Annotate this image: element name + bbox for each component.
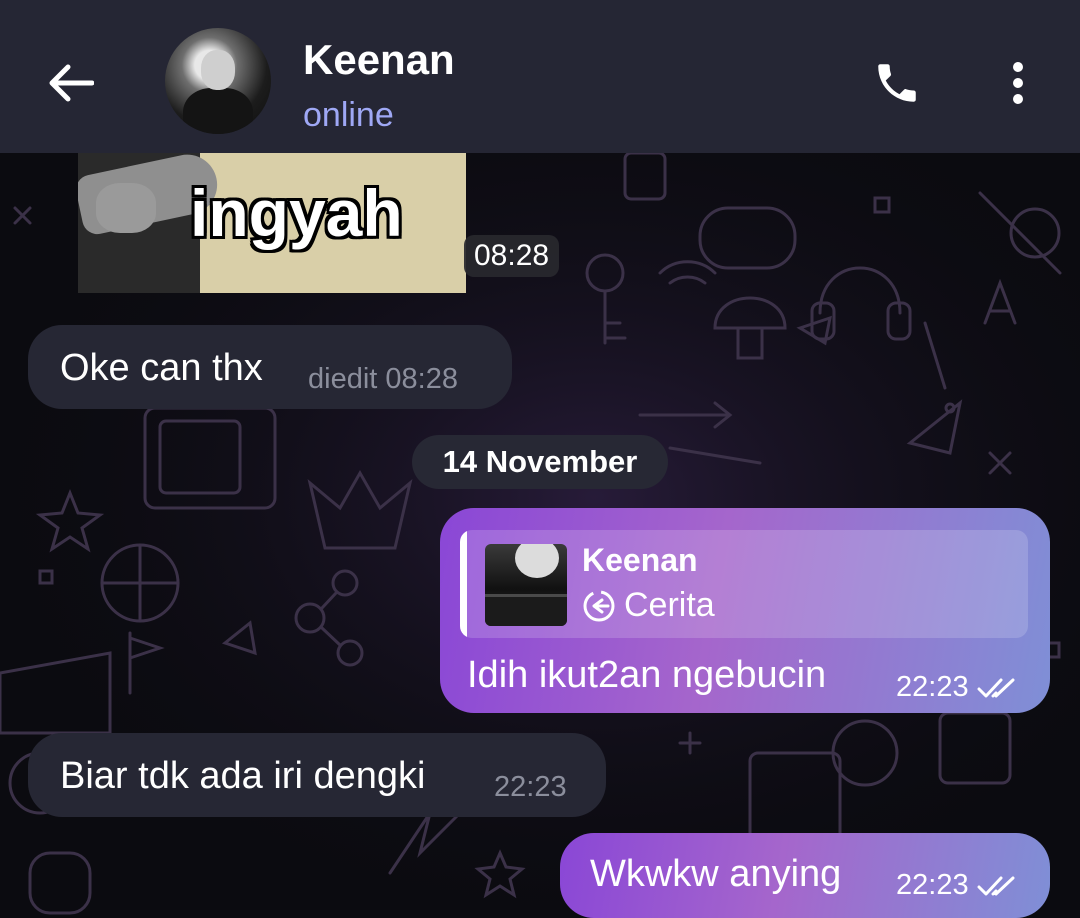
message-text: Wkwkw anying [590,853,842,895]
message-meta: 22:23 [896,869,1021,902]
date-separator: 14 November [412,435,668,489]
double-check-icon [977,678,1015,697]
contact-name[interactable]: Keenan [303,36,455,84]
message-timestamp: 22:23 [896,671,969,703]
contact-status: online [303,96,394,134]
reply-quote[interactable]: Keenan Cerita [460,530,1028,638]
message-bubble-outgoing[interactable]: Keenan Cerita Idih ikut2an ngebucin 22:2… [440,508,1050,713]
sticker-timestamp: 08:28 [464,235,560,277]
message-text: Oke can thx [60,347,263,389]
message-bubble-incoming[interactable]: Biar tdk ada iri dengki 22:23 [28,733,606,817]
phone-icon [878,64,916,102]
story-reply-icon [583,590,615,621]
reply-quote-bar [460,530,467,638]
message-text: Biar tdk ada iri dengki [60,755,426,797]
call-button[interactable] [866,52,928,114]
contact-avatar[interactable] [165,28,271,134]
reply-author: Keenan [582,542,698,578]
story-thumbnail [485,544,567,626]
message-timestamp: 22:23 [896,869,969,901]
chat-area[interactable]: ingyah 08:28 Oke can thx diedit 08:28 14… [0,153,1080,918]
arrow-left-icon [49,64,94,102]
more-options-button[interactable] [990,52,1046,114]
message-edited-timestamp: diedit 08:28 [308,363,458,395]
double-check-icon [977,876,1015,895]
sticker-text: ingyah [190,176,403,250]
reply-type-label: Cerita [624,586,715,624]
message-bubble-outgoing[interactable]: Wkwkw anying 22:23 [560,833,1050,918]
back-button[interactable] [40,52,102,114]
reply-type: Cerita [582,586,715,625]
chat-header: Keenan online [0,0,1080,153]
message-text: Idih ikut2an ngebucin [467,654,827,696]
message-bubble-incoming[interactable]: Oke can thx diedit 08:28 [28,325,512,409]
message-meta: 22:23 [896,671,1021,704]
message-timestamp: 22:23 [494,771,567,803]
sticker-message[interactable]: ingyah [78,153,466,293]
more-vertical-icon [1013,62,1023,104]
